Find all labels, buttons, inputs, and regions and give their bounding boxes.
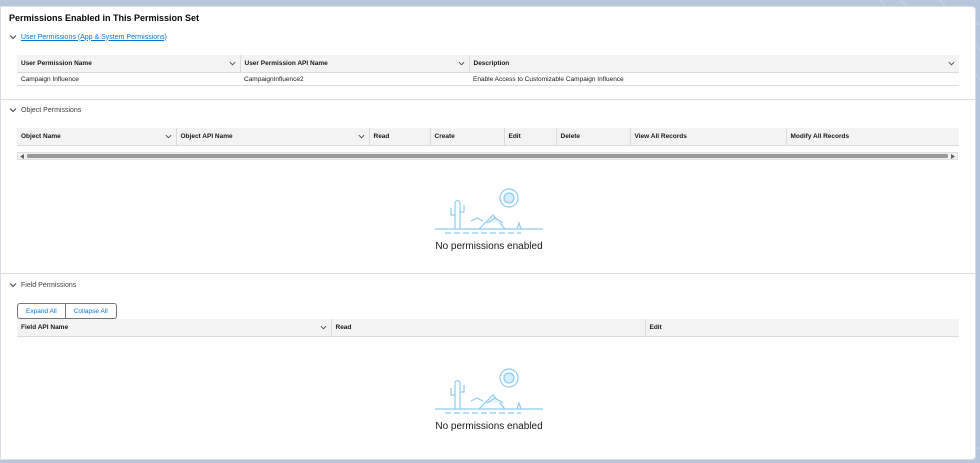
desert-illustration — [435, 188, 543, 234]
user-permissions-table: User Permission Name User Permission API… — [17, 55, 959, 86]
caret-down-icon[interactable] — [165, 133, 172, 140]
collapse-all-button[interactable]: Collapse All — [65, 303, 117, 319]
chevron-down-icon — [9, 106, 17, 114]
card-title: Permissions Enabled in This Permission S… — [9, 13, 200, 23]
scrollbar-thumb[interactable] — [27, 154, 948, 158]
cell-description: Enable Access to Customizable Campaign I… — [469, 72, 959, 86]
column-header-read[interactable]: Read — [331, 319, 646, 337]
column-header-create[interactable]: Create — [430, 128, 505, 146]
table-row: Campaign Influence CampaignInfluence2 En… — [17, 72, 959, 86]
expand-collapse-button-group: Expand All Collapse All — [17, 303, 117, 319]
column-header-modify-all-records[interactable]: Modify All Records — [786, 128, 959, 146]
column-header-object-api-name[interactable]: Object API Name — [176, 128, 370, 146]
section-divider — [1, 273, 975, 274]
permissions-card: Permissions Enabled in This Permission S… — [0, 6, 976, 460]
empty-state-message: No permissions enabled — [435, 241, 543, 252]
field-permissions-label: Field Permissions — [21, 281, 77, 289]
empty-state-message: No permissions enabled — [435, 421, 543, 432]
caret-down-icon[interactable] — [358, 133, 365, 140]
column-header-read[interactable]: Read — [369, 128, 431, 146]
section-toggle-field-permissions[interactable]: Field Permissions — [9, 281, 76, 289]
caret-down-icon[interactable] — [320, 324, 327, 331]
expand-all-button[interactable]: Expand All — [17, 303, 66, 319]
object-permissions-table: Object Name Object API Name Read Create … — [17, 128, 959, 146]
column-header-edit[interactable]: Edit — [504, 128, 557, 146]
object-permissions-label: Object Permissions — [21, 106, 82, 114]
column-header-object-name[interactable]: Object Name — [17, 128, 177, 146]
column-header-field-api-name[interactable]: Field API Name — [17, 319, 332, 337]
caret-down-icon[interactable] — [458, 60, 465, 67]
column-header-delete[interactable]: Delete — [556, 128, 631, 146]
desert-illustration — [435, 368, 543, 414]
column-header-description[interactable]: Description — [469, 55, 959, 73]
cell-permission-name: Campaign Influence — [17, 72, 240, 86]
column-header-user-permission-api-name[interactable]: User Permission API Name — [240, 55, 470, 73]
scroll-right-icon[interactable] — [948, 153, 957, 159]
caret-down-icon[interactable] — [948, 60, 955, 67]
scroll-left-icon[interactable] — [18, 153, 27, 159]
column-header-edit[interactable]: Edit — [645, 319, 959, 337]
column-header-view-all-records[interactable]: View All Records — [630, 128, 787, 146]
chevron-down-icon — [9, 281, 17, 289]
column-header-user-permission-name[interactable]: User Permission Name — [17, 55, 241, 73]
cell-permission-api-name: CampaignInfluence2 — [240, 72, 469, 86]
user-permissions-link[interactable]: User Permissions (App & System Permissio… — [21, 34, 167, 41]
caret-down-icon[interactable] — [229, 60, 236, 67]
horizontal-scrollbar[interactable] — [17, 152, 958, 160]
section-toggle-user-permissions[interactable]: User Permissions (App & System Permissio… — [9, 33, 167, 41]
section-divider — [1, 99, 975, 100]
field-permissions-table: Field API Name Read Edit — [17, 319, 959, 337]
section-toggle-object-permissions[interactable]: Object Permissions — [9, 106, 81, 114]
chevron-down-icon — [9, 33, 17, 41]
